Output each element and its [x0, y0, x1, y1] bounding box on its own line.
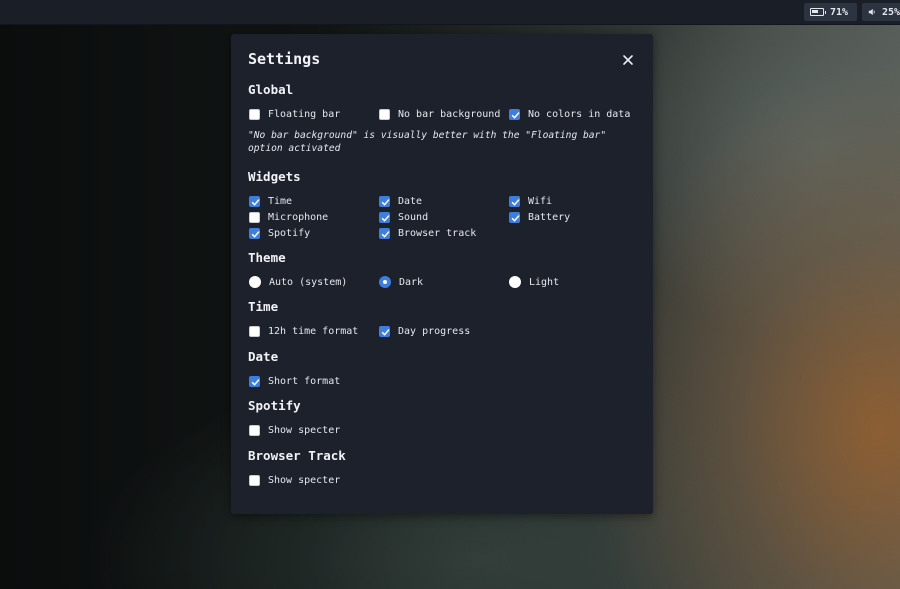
section-theme-heading: Theme: [248, 250, 286, 265]
checkbox[interactable]: [249, 474, 260, 486]
option-widget-microphone[interactable]: Microphone: [249, 210, 328, 224]
settings-panel: Settings Global Floating bar No bar back…: [231, 34, 653, 514]
option-12h-time-format[interactable]: 12h time format: [249, 324, 358, 338]
checkbox[interactable]: [379, 211, 390, 223]
checkbox[interactable]: [249, 375, 260, 387]
option-label: No bar background: [398, 108, 501, 120]
radio[interactable]: [509, 276, 521, 288]
option-label: 12h time format: [268, 325, 359, 337]
top-bar: 71% 25%: [0, 0, 900, 25]
option-label: Date: [398, 195, 423, 207]
checkbox[interactable]: [249, 424, 260, 436]
option-label: Sound: [398, 211, 429, 223]
option-theme-dark[interactable]: Dark: [379, 275, 423, 289]
section-spotify-heading: Spotify: [248, 398, 301, 413]
option-widget-sound[interactable]: Sound: [379, 210, 428, 224]
radio[interactable]: [379, 276, 391, 288]
option-label: Microphone: [268, 211, 329, 223]
checkbox[interactable]: [509, 108, 520, 120]
option-label: Short format: [268, 375, 341, 387]
checkbox[interactable]: [509, 195, 520, 207]
option-label: Show specter: [268, 424, 341, 436]
close-button[interactable]: [621, 52, 635, 66]
section-date-heading: Date: [248, 349, 279, 364]
option-spotify-show-specter[interactable]: Show specter: [249, 423, 340, 437]
checkbox[interactable]: [379, 227, 390, 239]
checkbox[interactable]: [249, 325, 260, 337]
checkbox[interactable]: [509, 211, 520, 223]
checkbox[interactable]: [379, 108, 390, 120]
option-label: Dark: [399, 276, 424, 288]
option-label: Show specter: [268, 474, 341, 486]
battery-percent: 71%: [830, 6, 849, 18]
global-note: "No bar background" is visually better w…: [248, 130, 607, 154]
checkbox[interactable]: [249, 211, 260, 223]
option-day-progress[interactable]: Day progress: [379, 324, 470, 338]
battery-level-fill: [812, 10, 819, 13]
option-label: Light: [529, 276, 560, 288]
option-no-bar-background[interactable]: No bar background: [379, 107, 500, 121]
close-icon: [623, 55, 633, 65]
option-label: Day progress: [398, 325, 471, 337]
section-global-heading: Global: [248, 82, 294, 97]
section-time-heading: Time: [248, 299, 279, 314]
radio[interactable]: [249, 276, 261, 288]
option-label: Floating bar: [268, 108, 341, 120]
option-no-colors-in-data[interactable]: No colors in data: [509, 107, 630, 121]
speaker-icon: [868, 8, 875, 16]
section-widgets-heading: Widgets: [248, 169, 301, 184]
checkbox[interactable]: [379, 195, 390, 207]
option-label: No colors in data: [528, 108, 631, 120]
option-browser-track-show-specter[interactable]: Show specter: [249, 473, 340, 487]
section-browser-track-heading: Browser Track: [248, 448, 346, 463]
option-label: Auto (system): [269, 276, 348, 288]
checkbox[interactable]: [249, 227, 260, 239]
option-widget-battery[interactable]: Battery: [509, 210, 570, 224]
option-label: Time: [268, 195, 293, 207]
option-floating-bar[interactable]: Floating bar: [249, 107, 340, 121]
option-widget-spotify[interactable]: Spotify: [249, 226, 310, 240]
panel-title: Settings: [248, 50, 321, 68]
checkbox[interactable]: [249, 108, 260, 120]
option-widget-wifi[interactable]: Wifi: [509, 194, 552, 208]
option-widget-time[interactable]: Time: [249, 194, 292, 208]
option-theme-light[interactable]: Light: [509, 275, 559, 289]
option-widget-browser-track[interactable]: Browser track: [379, 226, 476, 240]
option-label: Battery: [528, 211, 571, 223]
option-short-format[interactable]: Short format: [249, 374, 340, 388]
option-label: Wifi: [528, 195, 553, 207]
checkbox[interactable]: [249, 195, 260, 207]
battery-icon: [810, 8, 826, 16]
battery-widget[interactable]: 71%: [804, 3, 857, 21]
volume-widget[interactable]: 25%: [862, 3, 900, 21]
option-theme-auto[interactable]: Auto (system): [249, 275, 347, 289]
option-label: Browser track: [398, 227, 477, 239]
option-widget-date[interactable]: Date: [379, 194, 422, 208]
volume-percent: 25%: [881, 6, 900, 18]
option-label: Spotify: [268, 227, 311, 239]
checkbox[interactable]: [379, 325, 390, 337]
